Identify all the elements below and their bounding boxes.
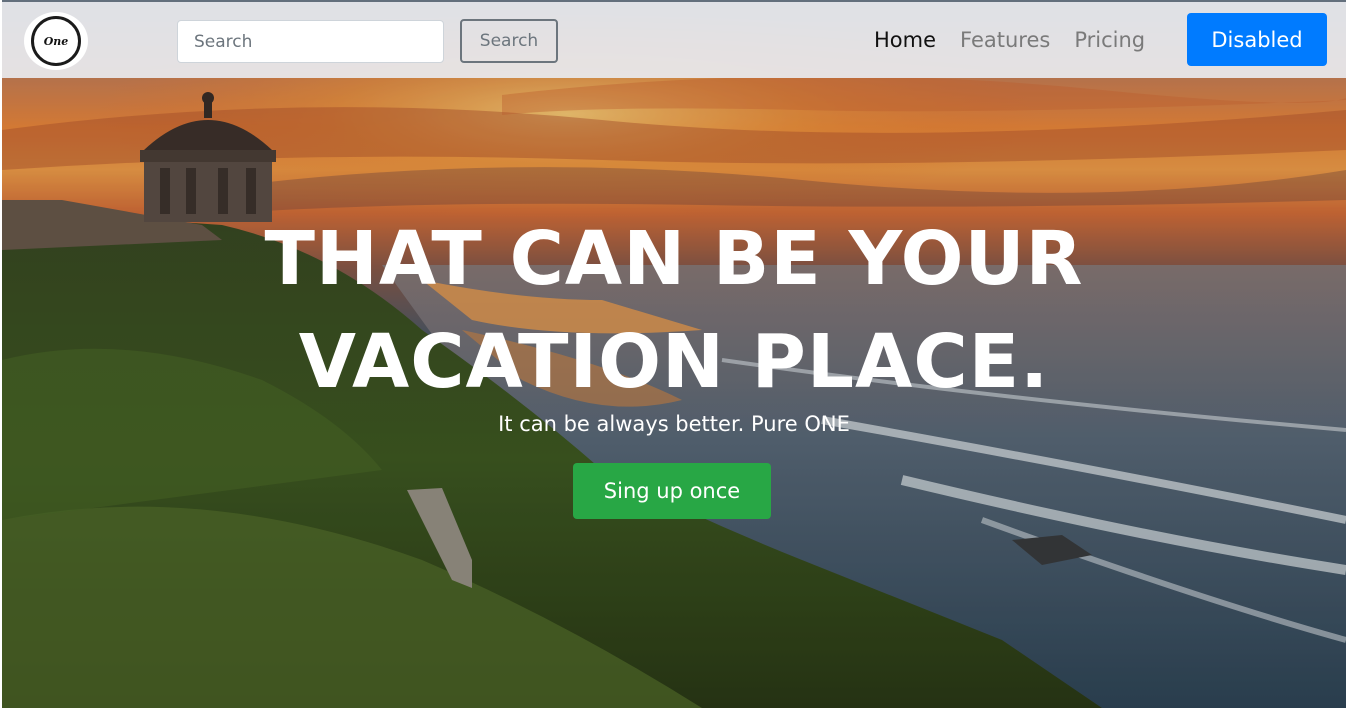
brand-logo[interactable]: One: [24, 12, 88, 70]
logo-mark: One: [31, 16, 81, 66]
hero-headline-line1: THAT CAN BE YOUR: [264, 216, 1084, 302]
disabled-button[interactable]: Disabled: [1187, 13, 1327, 66]
navbar: One Search Home Features Pricing Disable…: [2, 2, 1346, 78]
nav-links: Home Features Pricing: [874, 2, 1169, 78]
nav-link-features[interactable]: Features: [960, 28, 1050, 52]
hero-headline-line2: VACATION PLACE.: [298, 319, 1050, 405]
nav-link-home[interactable]: Home: [874, 28, 936, 52]
nav-link-pricing[interactable]: Pricing: [1074, 28, 1145, 52]
search-input[interactable]: [177, 20, 444, 63]
logo-text: One: [43, 34, 69, 48]
hero-tagline: It can be always better. Pure ONE: [498, 412, 850, 436]
search-button[interactable]: Search: [460, 19, 558, 63]
hero-headline: THAT CAN BE YOUR VACATION PLACE.: [0, 208, 1348, 414]
signup-button[interactable]: Sing up once: [573, 463, 771, 519]
page: One Search Home Features Pricing Disable…: [0, 0, 1348, 710]
